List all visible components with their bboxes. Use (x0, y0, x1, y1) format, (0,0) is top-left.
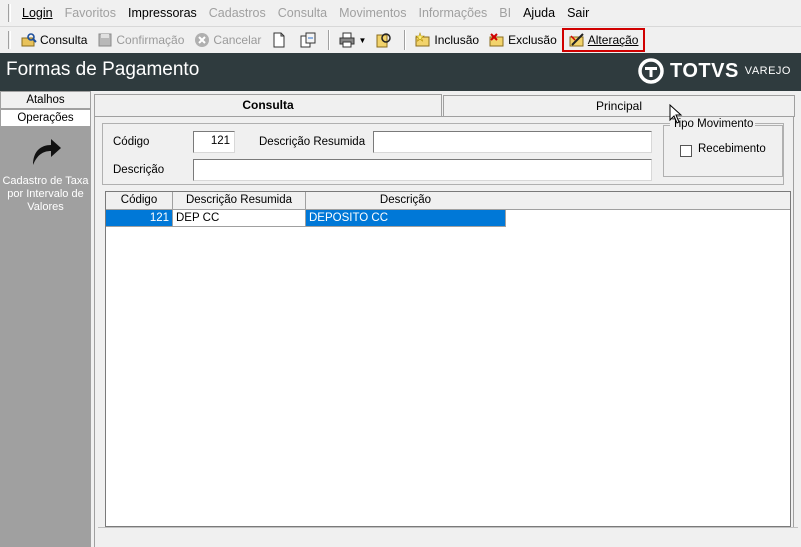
inclusao-button[interactable]: Inclusão (410, 29, 484, 51)
search-folder-icon (21, 33, 37, 47)
menu-sair[interactable]: Sair (561, 6, 595, 20)
menu-ajuda[interactable]: Ajuda (517, 6, 561, 20)
cancelar-label: Cancelar (213, 33, 262, 47)
menu-informacoes[interactable]: Informações (413, 6, 494, 20)
consulta-label: Consulta (40, 33, 88, 47)
confirmacao-button[interactable]: Confirmação (92, 29, 189, 51)
cancelar-button[interactable]: Cancelar (189, 29, 266, 51)
descricao-field[interactable] (193, 159, 652, 181)
column-header-descricao[interactable]: Descrição (306, 192, 506, 210)
confirmacao-label: Confirmação (116, 33, 185, 47)
toolbar-grip (8, 31, 11, 49)
codigo-label: Código (113, 136, 150, 148)
column-header-descricao-resumida[interactable]: Descrição Resumida (173, 192, 306, 210)
consulta-button[interactable]: Consulta (16, 29, 92, 51)
menu-favoritos[interactable]: Favoritos (59, 6, 122, 20)
title-banner: Formas de Pagamento TOTVS VAREJO (0, 53, 801, 91)
toolbar-separator (328, 30, 331, 50)
new-document-icon (273, 32, 285, 48)
chevron-down-icon: ▼ (358, 35, 367, 45)
page-title: Formas de Pagamento (6, 59, 200, 80)
totvs-logo-icon (638, 58, 664, 84)
print-button[interactable]: ▼ (334, 29, 371, 51)
sidebar-tab-atalhos[interactable]: Atalhos (0, 91, 91, 109)
menu-bi[interactable]: BI (493, 6, 517, 20)
save-icon (98, 33, 112, 47)
new-document-button[interactable] (266, 29, 295, 51)
copy-document-button[interactable] (295, 29, 324, 51)
table-row-cell-descricao-resumida[interactable]: DEP CC (173, 210, 306, 227)
mouse-cursor-icon (669, 104, 683, 124)
tab-consulta[interactable]: Consulta (94, 94, 442, 118)
menu-consulta[interactable]: Consulta (272, 6, 333, 20)
brand-name: TOTVS (669, 59, 739, 82)
forward-arrow-icon (32, 139, 61, 165)
delete-folder-icon (489, 33, 504, 47)
status-bar (98, 527, 798, 547)
consulta-panel: Código 121 Descrição Resumida Descrição … (94, 116, 798, 547)
menu-bar: Login Favoritos Impressoras Cadastros Co… (0, 0, 801, 27)
header-filler (505, 192, 790, 210)
sidebar-tab-operacoes[interactable]: Operações (0, 109, 91, 127)
filter-form: Código 121 Descrição Resumida Descrição … (102, 118, 784, 185)
main-content: Consulta Principal Código 121 Descrição … (91, 91, 801, 547)
shortcut-cadastro-taxa[interactable]: Cadastro de Taxa por Intervalo de Valore… (0, 135, 91, 214)
find-icon (376, 33, 392, 48)
column-header-codigo[interactable]: Código (106, 192, 173, 210)
brand-logo: TOTVS VAREJO (638, 58, 791, 84)
recebimento-label: Recebimento (698, 143, 766, 155)
menu-cadastros[interactable]: Cadastros (203, 6, 272, 20)
menu-grip (8, 4, 11, 22)
alteracao-button[interactable]: Alteração (561, 28, 646, 52)
table-row-cell-descricao[interactable]: DEPOSITO CC (306, 210, 506, 227)
exclusao-button[interactable]: Exclusão (484, 29, 562, 51)
menu-login[interactable]: Login (16, 6, 59, 20)
brand-subtitle: VAREJO (744, 65, 791, 77)
edit-folder-icon (569, 33, 584, 47)
recebimento-checkbox[interactable] (680, 145, 692, 157)
alteracao-label: Alteração (587, 33, 639, 47)
descricao-resumida-label: Descrição Resumida (259, 136, 366, 148)
menu-impressoras[interactable]: Impressoras (122, 6, 203, 20)
tab-principal[interactable]: Principal (443, 95, 795, 117)
sidebar: Atalhos Operações Cadastro de Taxa por I… (0, 91, 91, 547)
inclusao-label: Inclusão (434, 33, 480, 47)
tipo-movimento-group: Tipo Movimento Recebimento (663, 118, 783, 177)
find-button[interactable] (371, 29, 400, 51)
codigo-field[interactable]: 121 (193, 131, 235, 153)
descricao-resumida-field[interactable] (373, 131, 652, 153)
copy-document-icon (300, 32, 316, 48)
toolbar: Consulta Confirmação Cancelar ▼ Inclusão… (0, 27, 801, 53)
table-row-cell-codigo[interactable]: 121 (106, 210, 173, 227)
exclusao-label: Exclusão (508, 33, 557, 47)
add-folder-icon (415, 32, 430, 47)
descricao-label: Descrição (113, 164, 165, 176)
shortcut-label: Cadastro de Taxa por Intervalo de Valore… (2, 175, 89, 213)
cancel-icon (195, 33, 210, 47)
printer-icon (339, 32, 355, 48)
toolbar-separator (404, 30, 407, 50)
results-grid: Código Descrição Resumida Descrição 121 … (105, 191, 791, 527)
menu-movimentos[interactable]: Movimentos (333, 6, 412, 20)
